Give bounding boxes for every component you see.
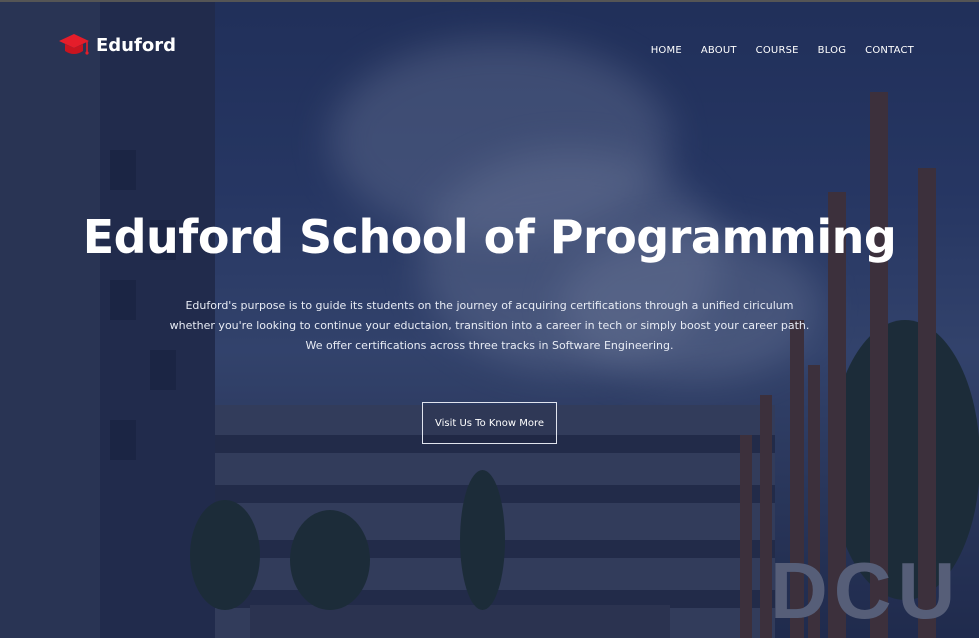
nav-about[interactable]: ABOUT <box>701 45 737 56</box>
hero-description-line: Eduford's purpose is to guide its studen… <box>185 299 794 312</box>
visit-us-button[interactable]: Visit Us To Know More <box>422 402 557 444</box>
brand-logo[interactable]: Eduford <box>58 30 176 60</box>
brand-name: Eduford <box>96 34 176 56</box>
nav-home[interactable]: HOME <box>651 45 682 56</box>
top-border <box>0 0 979 2</box>
main-nav: HOME ABOUT COURSE BLOG CONTACT <box>651 45 914 56</box>
nav-contact[interactable]: CONTACT <box>865 45 914 56</box>
hero-description-line: whether you're looking to continue your … <box>169 319 810 332</box>
graduation-cap-icon <box>59 34 89 55</box>
hero-description: Eduford's purpose is to guide its studen… <box>0 296 979 356</box>
hero-title: Eduford School of Programming <box>82 210 897 264</box>
nav-course[interactable]: COURSE <box>756 45 799 56</box>
nav-blog[interactable]: BLOG <box>818 45 847 56</box>
hero-content: Eduford School of Programming Eduford's … <box>0 210 979 356</box>
hero-section: DCU Eduford HOME ABOUT COURSE BLOG CONTA… <box>0 0 979 638</box>
hero-description-line: We offer certifications across three tra… <box>305 339 674 352</box>
